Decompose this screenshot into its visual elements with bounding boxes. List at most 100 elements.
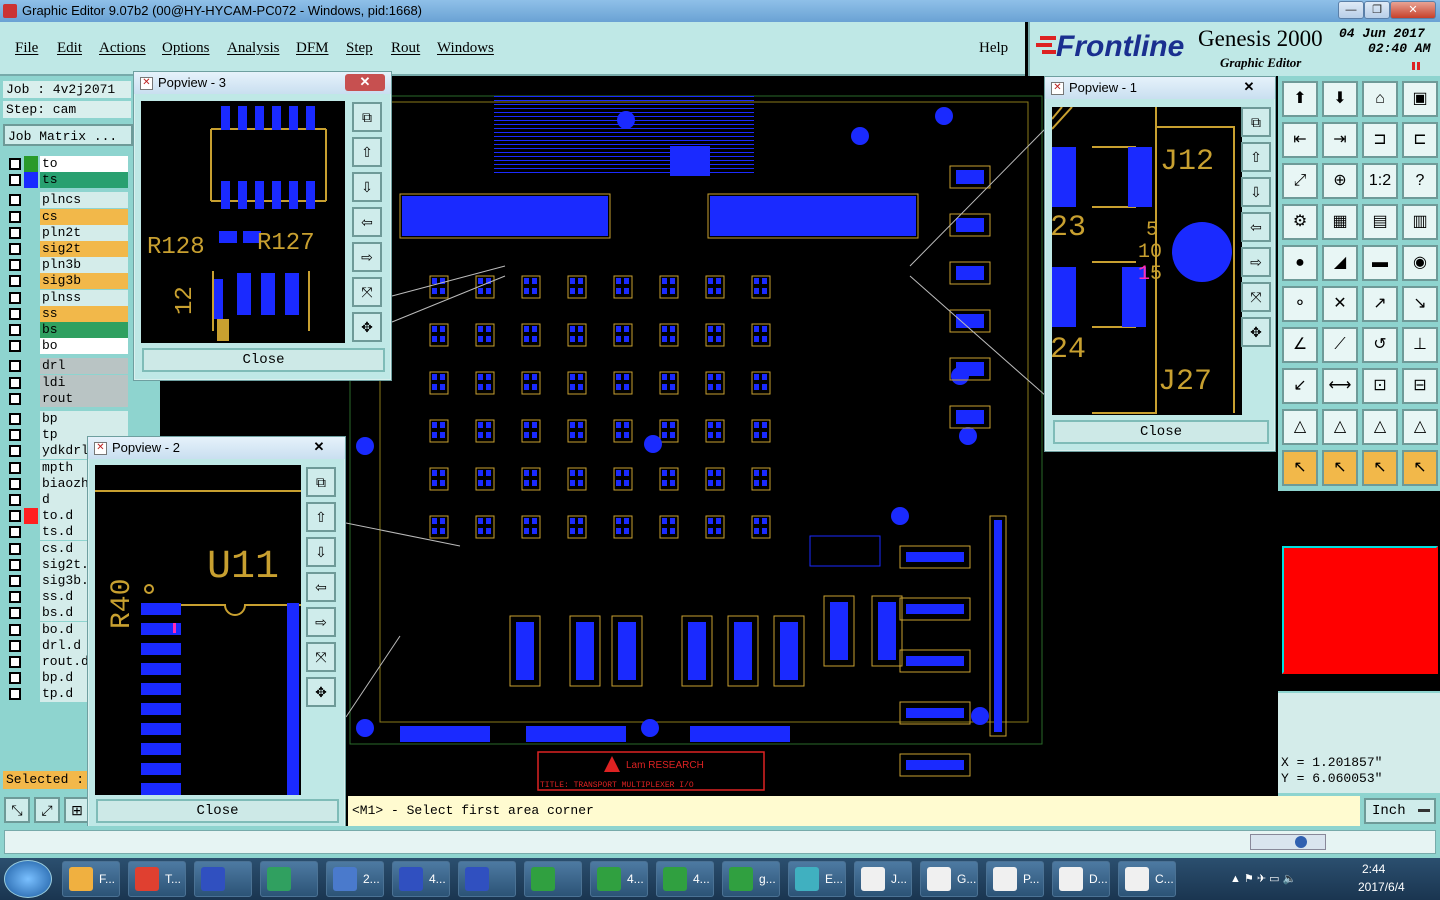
layer-color-swatch[interactable] xyxy=(24,443,38,459)
layer-name[interactable]: pln2t xyxy=(40,224,128,241)
close-window-button[interactable]: ✕ xyxy=(1390,1,1436,19)
layer-checkbox[interactable] xyxy=(9,575,21,587)
popview-1-header[interactable]: ✕ Popview - 1 ✕ xyxy=(1045,77,1275,99)
layer-checkbox[interactable] xyxy=(9,340,21,353)
zoom-out-icon[interactable]: ✥ xyxy=(306,677,336,707)
layer-row[interactable]: pln3b xyxy=(6,257,128,274)
layer-name[interactable]: rout xyxy=(40,390,128,407)
tool-button-icon[interactable]: ↗ xyxy=(1362,286,1398,322)
popview-3-view[interactable]: R128 R127 12 xyxy=(141,101,345,343)
tool-button-icon[interactable]: △ xyxy=(1282,409,1318,445)
pan-left-icon[interactable]: ⇦ xyxy=(1241,212,1271,242)
layer-row[interactable]: bo xyxy=(6,338,128,355)
tool-button-icon[interactable]: ⇤ xyxy=(1282,122,1318,158)
menu-actions[interactable]: Actions xyxy=(99,40,146,57)
layer-checkbox[interactable] xyxy=(9,259,21,272)
layer-name[interactable]: plnss xyxy=(40,289,128,306)
layer-color-swatch[interactable] xyxy=(24,172,38,189)
tool-button-icon[interactable]: ⤢ xyxy=(1282,163,1318,199)
popview-3-close-icon[interactable]: ✕ xyxy=(345,74,385,91)
tool-button-icon[interactable]: ◢ xyxy=(1322,245,1358,281)
layer-row[interactable]: plncs xyxy=(6,192,128,209)
tool-button-icon[interactable]: ▦ xyxy=(1322,204,1358,240)
tool-button-icon[interactable]: ⌂ xyxy=(1362,81,1398,117)
layer-name[interactable]: sig3b xyxy=(40,273,128,290)
popview-1-close-icon[interactable]: ✕ xyxy=(1229,79,1269,96)
zoom-in-icon[interactable]: ⤧ xyxy=(306,642,336,672)
layer-color-swatch[interactable] xyxy=(24,557,38,573)
popview-1-view[interactable]: J12 23 24 J27 5 10 15 1 xyxy=(1052,107,1242,415)
layer-name[interactable]: bp xyxy=(40,411,128,427)
layer-checkbox[interactable] xyxy=(9,243,21,255)
layer-checkbox[interactable] xyxy=(9,210,21,223)
layer-name[interactable]: ts xyxy=(40,172,128,189)
layer-checkbox[interactable] xyxy=(9,158,21,170)
taskbar-item[interactable]: F... xyxy=(62,861,120,897)
start-button[interactable] xyxy=(4,860,52,898)
tool-button-icon[interactable]: ▥ xyxy=(1402,204,1438,240)
taskbar-item[interactable]: g... xyxy=(722,861,780,897)
tool-button-icon[interactable]: △ xyxy=(1402,409,1438,445)
layer-color-swatch[interactable] xyxy=(24,209,38,225)
tool-button-icon[interactable]: ? xyxy=(1402,163,1438,199)
layer-row[interactable]: to xyxy=(6,156,128,172)
menu-options[interactable]: Options xyxy=(162,40,210,57)
layer-checkbox[interactable] xyxy=(9,558,21,571)
menu-file[interactable]: File xyxy=(15,40,38,57)
menu-step[interactable]: Step xyxy=(346,40,373,57)
layer-checkbox[interactable] xyxy=(9,510,21,523)
layer-name[interactable]: bo xyxy=(40,338,128,355)
menu-dfm[interactable]: DFM xyxy=(296,40,329,57)
tool-button-icon[interactable]: ↺ xyxy=(1362,327,1398,363)
layer-checkbox[interactable] xyxy=(9,607,21,620)
layer-name[interactable]: sig2t xyxy=(40,241,128,257)
layer-name[interactable]: ldi xyxy=(40,374,128,391)
layer-color-swatch[interactable] xyxy=(24,622,38,638)
zoom-area-icon[interactable]: ⤢ xyxy=(34,797,60,823)
layer-row[interactable]: ldi xyxy=(6,374,128,391)
layer-color-swatch[interactable] xyxy=(24,460,38,476)
pan-up-icon[interactable]: ⇧ xyxy=(352,137,382,167)
taskbar-item[interactable]: 4... xyxy=(392,861,450,897)
layer-checkbox[interactable] xyxy=(9,623,21,636)
taskbar-item[interactable]: C... xyxy=(1118,861,1176,897)
pan-down-icon[interactable]: ⇩ xyxy=(1241,177,1271,207)
layer-row[interactable]: drl xyxy=(6,358,128,375)
layer-color-swatch[interactable] xyxy=(24,322,38,338)
taskbar-item[interactable]: 4... xyxy=(656,861,714,897)
layer-color-swatch[interactable] xyxy=(24,358,38,374)
taskbar-item[interactable]: T... xyxy=(128,861,186,897)
tool-button-icon[interactable]: ⟋ xyxy=(1322,327,1358,363)
layer-color-swatch[interactable] xyxy=(24,638,38,654)
taskbar-item[interactable] xyxy=(524,861,582,897)
layer-row[interactable]: bp xyxy=(6,411,128,427)
layer-checkbox[interactable] xyxy=(9,591,21,604)
layer-checkbox[interactable] xyxy=(9,526,21,539)
popview-2-header[interactable]: ✕ Popview - 2 ✕ xyxy=(88,437,345,459)
taskbar-item[interactable]: D... xyxy=(1052,861,1110,897)
popview-3-close-button[interactable]: Close xyxy=(142,348,385,372)
zoom-out-icon[interactable]: ✥ xyxy=(352,312,382,342)
layer-checkbox[interactable] xyxy=(9,324,21,336)
pan-right-icon[interactable]: ⇨ xyxy=(306,607,336,637)
job-matrix-button[interactable]: Job Matrix ... xyxy=(3,124,133,146)
layer-checkbox[interactable] xyxy=(9,445,21,458)
tool-button-icon[interactable]: ▬ xyxy=(1362,245,1398,281)
popview-1-close-button[interactable]: Close xyxy=(1053,420,1269,444)
taskbar-item[interactable]: G... xyxy=(920,861,978,897)
layer-color-swatch[interactable] xyxy=(24,241,38,257)
tool-button-icon[interactable]: △ xyxy=(1362,409,1398,445)
popview-2-close-icon[interactable]: ✕ xyxy=(299,439,339,456)
taskbar-item[interactable]: J... xyxy=(854,861,912,897)
zoom-in-icon[interactable]: ⤧ xyxy=(1241,282,1271,312)
layer-checkbox[interactable] xyxy=(9,392,21,405)
overview-viewport[interactable] xyxy=(1282,546,1438,674)
tool-button-icon[interactable]: ⊐ xyxy=(1362,122,1398,158)
pan-right-icon[interactable]: ⇨ xyxy=(352,242,382,272)
layer-color-swatch[interactable] xyxy=(24,589,38,605)
layer-color-swatch[interactable] xyxy=(24,654,38,670)
layer-checkbox[interactable] xyxy=(9,194,21,207)
layer-color-swatch[interactable] xyxy=(24,290,38,306)
layer-color-swatch[interactable] xyxy=(24,338,38,354)
tool-button-icon[interactable]: ⚬ xyxy=(1282,286,1318,322)
